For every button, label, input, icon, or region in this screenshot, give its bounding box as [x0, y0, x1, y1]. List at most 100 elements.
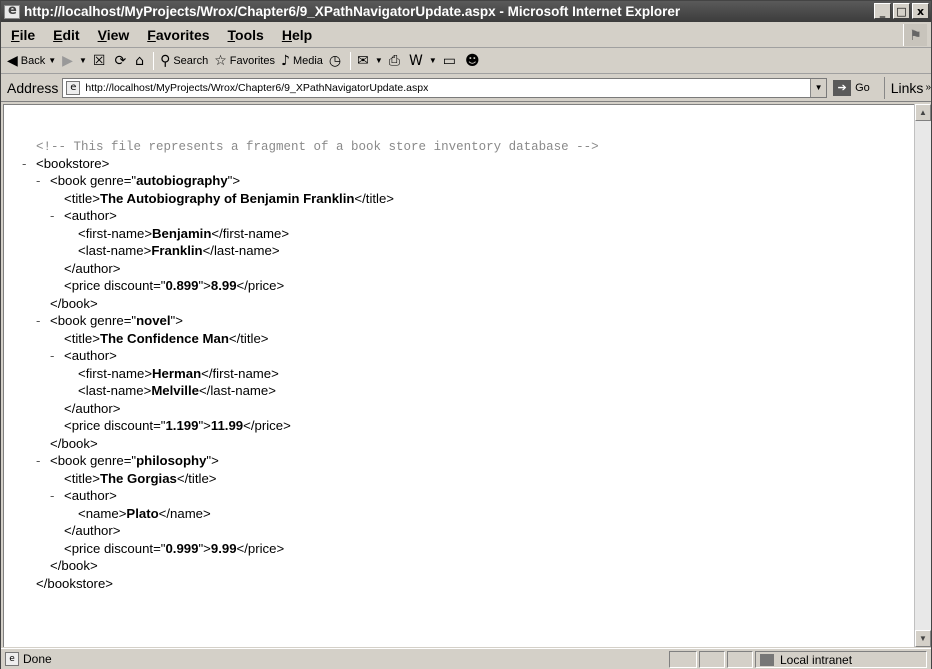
refresh-icon: ⟳ — [114, 52, 127, 69]
price-discount: 0.899 — [165, 278, 199, 293]
address-url[interactable]: http://localhost/MyProjects/Wrox/Chapter… — [85, 82, 428, 94]
stop-button[interactable]: ☒ — [93, 53, 109, 69]
menu-edit[interactable]: Edit — [51, 25, 81, 45]
window-controls: _ □ x — [874, 3, 929, 19]
price-line: <price discount="1.199">11.99</price> — [64, 418, 291, 433]
close-button[interactable]: x — [912, 3, 929, 19]
collapse-toggle[interactable]: - — [36, 312, 50, 330]
browser-window: http://localhost/MyProjects/Wrox/Chapter… — [0, 0, 932, 669]
menu-bar: File Edit View Favorites Tools Help ⚑ — [1, 22, 931, 48]
forward-arrow-icon: ▶ — [62, 52, 73, 69]
menu-tools[interactable]: Tools — [226, 25, 266, 45]
edit-button[interactable]: W ▼ — [409, 53, 437, 69]
chevron-down-icon: ▼ — [78, 56, 87, 65]
address-bar: Address e http://localhost/MyProjects/Wr… — [1, 74, 931, 102]
star-icon: ☆ — [214, 52, 227, 69]
toolbar-divider — [153, 51, 155, 70]
back-button[interactable]: ◀ Back ▼ — [7, 53, 56, 69]
go-label: Go — [855, 81, 870, 94]
history-button[interactable]: ◷ — [329, 53, 344, 69]
book-title: The Confidence Man — [99, 330, 229, 346]
book-open-line: - <book genre="autobiography"> — [36, 172, 241, 190]
address-label: Address — [7, 79, 59, 96]
price-line: <price discount="0.999">9.99</price> — [64, 540, 285, 556]
ie-icon — [4, 3, 20, 19]
first-name: Herman — [152, 365, 202, 381]
collapse-toggle[interactable]: - — [50, 487, 64, 505]
last-name-line: <last-name>Franklin</last-name> — [78, 243, 280, 258]
mail-button[interactable]: ✉ ▼ — [357, 53, 383, 69]
search-button[interactable]: ⚲ Search — [160, 53, 208, 69]
first-name: Benjamin — [152, 225, 212, 241]
discuss-icon: ▭ — [442, 52, 456, 69]
messenger-button[interactable]: ☻ — [465, 53, 483, 69]
price-discount: 0.999 — [165, 540, 199, 556]
menu-file[interactable]: File — [9, 25, 37, 45]
zone-label: Local intranet — [780, 652, 853, 667]
intranet-icon — [760, 653, 774, 666]
favorites-button[interactable]: ☆ Favorites — [214, 53, 275, 69]
status-panel — [669, 651, 697, 668]
menu-help[interactable]: Help — [280, 25, 314, 45]
maximize-button[interactable]: □ — [893, 3, 910, 19]
collapse-toggle[interactable]: - — [50, 347, 64, 365]
discuss-button[interactable]: ▭ — [443, 53, 459, 69]
collapse-toggle[interactable]: - — [36, 452, 50, 470]
mail-icon: ✉ — [357, 52, 369, 69]
price-value: 11.99 — [210, 418, 244, 433]
address-input[interactable]: e http://localhost/MyProjects/Wrox/Chapt… — [62, 77, 828, 98]
address-dropdown-button[interactable]: ▼ — [810, 78, 827, 97]
media-icon: ♪ — [281, 52, 290, 69]
collapse-toggle[interactable]: - — [36, 172, 50, 190]
scroll-down-button[interactable]: ▼ — [915, 630, 931, 647]
windows-logo-icon: ⚑ — [903, 24, 927, 46]
back-arrow-icon: ◀ — [7, 52, 18, 69]
collapse-toggle[interactable]: - — [50, 207, 64, 225]
go-button[interactable]: ➔ Go — [833, 79, 870, 96]
first-name-line: <first-name>Herman</first-name> — [78, 365, 279, 381]
xml-tree: <!-- This file represents a fragment of … — [22, 137, 599, 592]
minimize-button[interactable]: _ — [874, 3, 891, 19]
book-close-line: </book> — [50, 295, 98, 311]
toolbar-divider — [350, 51, 352, 70]
back-label: Back — [20, 54, 46, 67]
print-icon: ⎙ — [388, 52, 400, 69]
menu-favorites[interactable]: Favorites — [145, 25, 211, 45]
media-label: Media — [292, 54, 323, 67]
search-label: Search — [173, 54, 209, 67]
page-content: <!-- This file represents a fragment of … — [3, 104, 914, 647]
page-icon: e — [66, 80, 81, 95]
book-open-line: - <book genre="novel"> — [36, 312, 183, 330]
go-arrow-icon: ➔ — [833, 79, 852, 96]
chevron-down-icon: ▼ — [374, 56, 383, 65]
media-button[interactable]: ♪ Media — [281, 53, 323, 69]
refresh-button[interactable]: ⟳ — [114, 53, 129, 69]
book-close-line: </book> — [50, 435, 98, 451]
chevron-down-icon: ▼ — [428, 56, 437, 65]
price-line: <price discount="0.899">8.99</price> — [64, 278, 285, 293]
bookstore-open-tag: <bookstore> — [36, 155, 110, 171]
collapse-toggle[interactable]: - — [22, 155, 36, 173]
stop-icon: ☒ — [92, 52, 106, 69]
title-line: <title>The Confidence Man</title> — [64, 330, 269, 346]
book-title: The Gorgias — [99, 470, 177, 486]
security-zone: Local intranet — [755, 651, 927, 668]
print-button[interactable]: ⎙ — [389, 53, 403, 69]
book-title: The Autobiography of Benjamin Franklin — [99, 190, 355, 206]
bookstore-close-line: </bookstore> — [22, 575, 599, 593]
home-icon: ⌂ — [135, 52, 145, 69]
book-open-line: - <book genre="philosophy"> — [36, 452, 219, 470]
vertical-scrollbar[interactable]: ▲ ▼ — [914, 104, 931, 647]
price-value: 9.99 — [210, 540, 237, 556]
forward-button[interactable]: ▶ ▼ — [62, 53, 87, 69]
author-open-line: - <author> — [50, 207, 117, 225]
last-name: Melville — [151, 383, 199, 398]
menu-view[interactable]: View — [96, 25, 132, 45]
home-button[interactable]: ⌂ — [135, 53, 147, 69]
author-close-line: </author> — [64, 400, 121, 416]
bookstore-close-tag: </bookstore> — [36, 575, 113, 591]
scroll-up-button[interactable]: ▲ — [915, 104, 931, 121]
first-name-line: <first-name>Benjamin</first-name> — [78, 225, 290, 241]
links-button[interactable]: Links » — [883, 76, 931, 99]
title-line: <title>The Autobiography of Benjamin Fra… — [64, 190, 395, 206]
